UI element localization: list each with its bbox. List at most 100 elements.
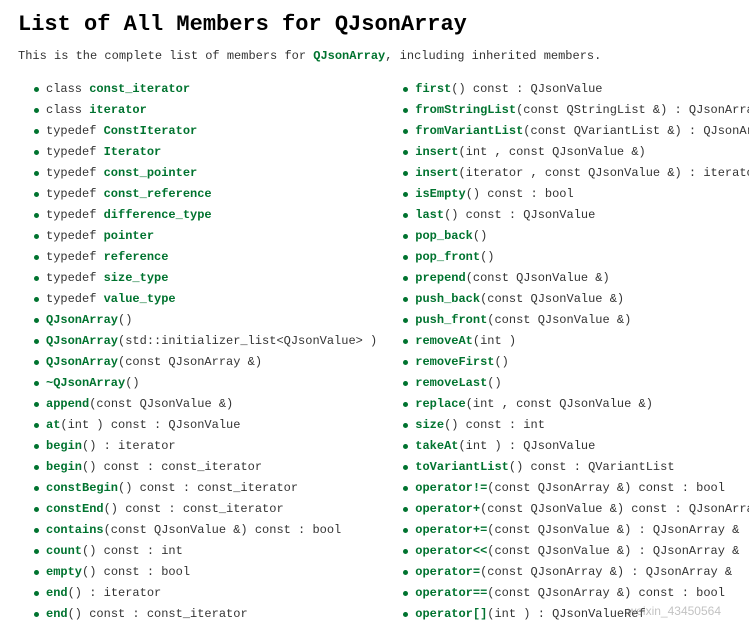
member-link[interactable]: const_reference bbox=[104, 187, 212, 201]
member-link[interactable]: iterator bbox=[89, 103, 147, 117]
list-item: operator+=(const QJsonValue &) : QJsonAr… bbox=[415, 520, 749, 541]
list-item: operator<<(const QJsonValue &) : QJsonAr… bbox=[415, 541, 749, 562]
member-link[interactable]: fromVariantList bbox=[415, 124, 523, 138]
member-link[interactable]: value_type bbox=[104, 292, 176, 306]
member-link[interactable]: operator== bbox=[415, 586, 487, 600]
member-link[interactable]: first bbox=[415, 82, 451, 96]
member-link[interactable]: empty bbox=[46, 565, 82, 579]
member-link[interactable]: fromStringList bbox=[415, 103, 516, 117]
member-link[interactable]: at bbox=[46, 418, 60, 432]
member-link[interactable]: operator+ bbox=[415, 502, 480, 516]
member-link[interactable]: constEnd bbox=[46, 502, 104, 516]
member-link[interactable]: Iterator bbox=[104, 145, 162, 159]
member-link[interactable]: insert bbox=[415, 145, 458, 159]
member-keyword: typedef bbox=[46, 229, 104, 243]
member-link[interactable]: push_back bbox=[415, 292, 480, 306]
list-item: ~QJsonArray() bbox=[46, 373, 377, 394]
list-item: prepend(const QJsonValue &) bbox=[415, 268, 749, 289]
member-link[interactable]: operator+= bbox=[415, 523, 487, 537]
member-signature: () const : bool bbox=[466, 187, 574, 201]
member-link[interactable]: constBegin bbox=[46, 481, 118, 495]
member-signature: () const : const_iterator bbox=[68, 607, 248, 621]
member-link[interactable]: prepend bbox=[415, 271, 465, 285]
left-column: class const_iteratorclass iterator typede… bbox=[18, 79, 377, 625]
list-item: typedef pointer bbox=[46, 226, 377, 247]
list-item: size() const : int bbox=[415, 415, 749, 436]
member-link[interactable]: size bbox=[415, 418, 444, 432]
list-item: constBegin() const : const_iterator bbox=[46, 478, 377, 499]
list-item: operator=(const QJsonArray &) : QJsonArr… bbox=[415, 562, 749, 583]
member-link[interactable]: replace bbox=[415, 397, 465, 411]
member-link[interactable]: reference bbox=[104, 250, 169, 264]
member-link[interactable]: last bbox=[415, 208, 444, 222]
member-link[interactable]: QJsonArray bbox=[46, 313, 118, 327]
member-keyword: typedef bbox=[46, 292, 104, 306]
member-link[interactable]: insert bbox=[415, 166, 458, 180]
list-item: count() const : int bbox=[46, 541, 377, 562]
list-item: fromVariantList(const QVariantList &) : … bbox=[415, 121, 749, 142]
list-item: typedef const_pointer bbox=[46, 163, 377, 184]
member-link[interactable]: pointer bbox=[104, 229, 154, 243]
list-item: fromStringList(const QStringList &) : QJ… bbox=[415, 100, 749, 121]
list-item: begin() : iterator bbox=[46, 436, 377, 457]
member-signature: (const QJsonValue &) bbox=[487, 313, 631, 327]
member-link[interactable]: removeLast bbox=[415, 376, 487, 390]
member-link[interactable]: pop_back bbox=[415, 229, 473, 243]
member-link[interactable]: operator<< bbox=[415, 544, 487, 558]
member-link[interactable]: isEmpty bbox=[415, 187, 465, 201]
member-signature: (iterator , const QJsonValue &) : iterat… bbox=[458, 166, 749, 180]
member-signature: () const : QJsonValue bbox=[444, 208, 595, 222]
member-link[interactable]: removeFirst bbox=[415, 355, 494, 369]
list-item: class const_iterator bbox=[46, 79, 377, 100]
list-item: last() const : QJsonValue bbox=[415, 205, 749, 226]
member-link[interactable]: ~QJsonArray bbox=[46, 376, 125, 390]
list-item: constEnd() const : const_iterator bbox=[46, 499, 377, 520]
member-link[interactable]: append bbox=[46, 397, 89, 411]
list-item: pop_front() bbox=[415, 247, 749, 268]
list-item: takeAt(int ) : QJsonValue bbox=[415, 436, 749, 457]
member-keyword: class bbox=[46, 103, 89, 117]
member-link[interactable]: size_type bbox=[104, 271, 169, 285]
member-link[interactable]: takeAt bbox=[415, 439, 458, 453]
member-link[interactable]: QJsonArray bbox=[46, 355, 118, 369]
member-link[interactable]: push_front bbox=[415, 313, 487, 327]
member-link[interactable]: operator!= bbox=[415, 481, 487, 495]
member-link[interactable]: ConstIterator bbox=[104, 124, 198, 138]
member-link[interactable]: begin bbox=[46, 460, 82, 474]
member-link[interactable]: QJsonArray bbox=[46, 334, 118, 348]
member-signature: () const : QVariantList bbox=[509, 460, 675, 474]
member-link[interactable]: const_pointer bbox=[104, 166, 198, 180]
member-link[interactable]: count bbox=[46, 544, 82, 558]
member-signature: (int ) : QJsonValue bbox=[458, 439, 595, 453]
intro-prefix: This is the complete list of members for bbox=[18, 49, 313, 63]
member-link[interactable]: operator[] bbox=[415, 607, 487, 621]
member-link[interactable]: removeAt bbox=[415, 334, 473, 348]
member-keyword: typedef bbox=[46, 145, 104, 159]
member-link[interactable]: end bbox=[46, 586, 68, 600]
member-link[interactable]: toVariantList bbox=[415, 460, 509, 474]
member-signature: () const : bool bbox=[82, 565, 190, 579]
list-item: replace(int , const QJsonValue &) bbox=[415, 394, 749, 415]
member-keyword: typedef bbox=[46, 208, 104, 222]
list-item: typedef const_reference bbox=[46, 184, 377, 205]
member-signature: (const QJsonArray &) const : bool bbox=[487, 481, 725, 495]
page-title: List of All Members for QJsonArray bbox=[18, 12, 731, 37]
member-signature: () bbox=[473, 229, 487, 243]
list-item: typedef value_type bbox=[46, 289, 377, 310]
member-signature: () bbox=[487, 376, 501, 390]
list-item: typedef size_type bbox=[46, 268, 377, 289]
member-signature: () : iterator bbox=[68, 586, 162, 600]
member-link[interactable]: end bbox=[46, 607, 68, 621]
member-link[interactable]: const_iterator bbox=[89, 82, 190, 96]
member-link[interactable]: contains bbox=[46, 523, 104, 537]
list-item: pop_back() bbox=[415, 226, 749, 247]
intro-link[interactable]: QJsonArray bbox=[313, 49, 385, 63]
member-signature: (std::initializer_list<QJsonValue> ) bbox=[118, 334, 377, 348]
member-link[interactable]: begin bbox=[46, 439, 82, 453]
member-link[interactable]: operator= bbox=[415, 565, 480, 579]
list-item: QJsonArray(const QJsonArray &) bbox=[46, 352, 377, 373]
list-item: first() const : QJsonValue bbox=[415, 79, 749, 100]
member-link[interactable]: pop_front bbox=[415, 250, 480, 264]
member-signature: () bbox=[494, 355, 508, 369]
member-link[interactable]: difference_type bbox=[104, 208, 212, 222]
